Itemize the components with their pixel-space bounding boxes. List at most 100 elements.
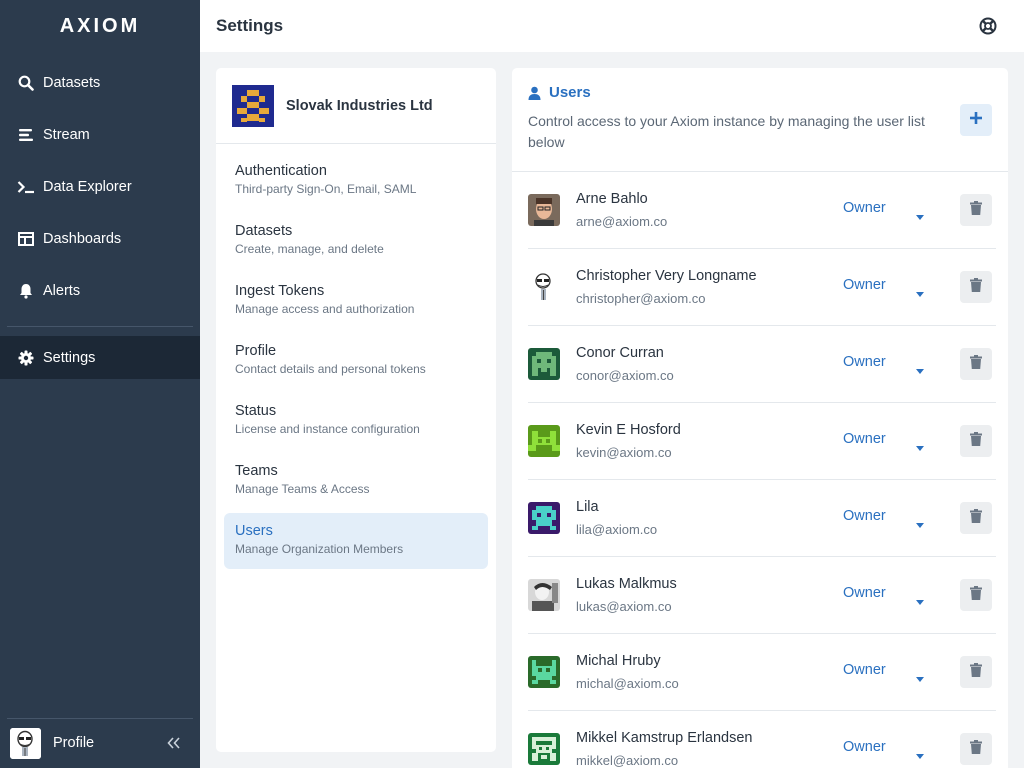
role-select[interactable]: Owner bbox=[843, 739, 886, 755]
settings-menu-item-ingest-tokens[interactable]: Ingest Tokens Manage access and authoriz… bbox=[224, 273, 488, 329]
user-name: Arne Bahlo bbox=[576, 191, 648, 207]
settings-menu-item-datasets[interactable]: Datasets Create, manage, and delete bbox=[224, 213, 488, 269]
avatar bbox=[528, 656, 560, 688]
trash-icon bbox=[970, 277, 982, 297]
user-row: Michal Hruby michal@axiom.co Owner bbox=[528, 634, 996, 711]
sidebar-item-data-explorer[interactable]: Data Explorer bbox=[0, 161, 200, 213]
delete-user-button[interactable] bbox=[960, 502, 992, 534]
user-email: kevin@axiom.co bbox=[576, 445, 672, 460]
user-name: Lila bbox=[576, 499, 599, 515]
axiom-logo[interactable]: AXIOM bbox=[0, 0, 200, 52]
user-email: michal@axiom.co bbox=[576, 676, 679, 691]
user-name: Kevin E Hosford bbox=[576, 422, 681, 438]
delete-user-button[interactable] bbox=[960, 348, 992, 380]
avatar bbox=[528, 194, 560, 226]
add-user-button[interactable] bbox=[960, 104, 992, 136]
role-select[interactable]: Owner bbox=[843, 354, 886, 370]
user-row: Arne Bahlo arne@axiom.co Owner bbox=[528, 172, 996, 249]
users-title: Users bbox=[528, 84, 992, 101]
role-select[interactable]: Owner bbox=[843, 200, 886, 216]
sidebar-item-stream[interactable]: Stream bbox=[0, 109, 200, 161]
menu-item-title: Teams bbox=[235, 463, 278, 479]
role-select[interactable]: Owner bbox=[843, 277, 886, 293]
users-description: Control access to your Axiom instance by… bbox=[528, 113, 925, 150]
user-email: mikkel@axiom.co bbox=[576, 753, 679, 768]
user-email: lukas@axiom.co bbox=[576, 599, 672, 614]
caret-down-icon[interactable] bbox=[916, 361, 924, 379]
caret-down-icon[interactable] bbox=[916, 207, 924, 225]
delete-user-button[interactable] bbox=[960, 579, 992, 611]
role-select[interactable]: Owner bbox=[843, 662, 886, 678]
user-name: Conor Curran bbox=[576, 345, 664, 361]
bell-icon bbox=[17, 282, 35, 300]
menu-item-title: Users bbox=[235, 523, 273, 539]
user-email: christopher@axiom.co bbox=[576, 291, 706, 306]
users-list: Arne Bahlo arne@axiom.co Owner Christoph… bbox=[512, 172, 1008, 768]
sidebar-divider bbox=[7, 326, 193, 327]
user-email: arne@axiom.co bbox=[576, 214, 668, 229]
avatar bbox=[528, 733, 560, 765]
menu-item-subtitle: Contact details and personal tokens bbox=[235, 362, 426, 376]
settings-panel: Slovak Industries Ltd Authentication Thi… bbox=[216, 68, 496, 752]
trash-icon bbox=[970, 585, 982, 605]
profile-label: Profile bbox=[53, 735, 95, 751]
menu-item-subtitle: Manage Organization Members bbox=[235, 542, 404, 556]
menu-item-subtitle: Create, manage, and delete bbox=[235, 242, 384, 256]
sidebar-item-dashboards[interactable]: Dashboards bbox=[0, 213, 200, 265]
user-row: Kevin E Hosford kevin@axiom.co Owner bbox=[528, 403, 996, 480]
sidebar-item-label: Datasets bbox=[43, 75, 101, 91]
menu-item-title: Ingest Tokens bbox=[235, 283, 325, 299]
sidebar-item-label: Data Explorer bbox=[43, 179, 132, 195]
collapse-sidebar-icon[interactable] bbox=[164, 737, 184, 749]
settings-menu-item-profile[interactable]: Profile Contact details and personal tok… bbox=[224, 333, 488, 389]
user-name: Michal Hruby bbox=[576, 653, 661, 669]
settings-menu-item-authentication[interactable]: Authentication Third-party Sign-On, Emai… bbox=[224, 153, 488, 209]
gear-icon bbox=[17, 349, 35, 367]
settings-menu-item-users[interactable]: Users Manage Organization Members bbox=[224, 513, 488, 569]
trash-icon bbox=[970, 200, 982, 220]
role-select[interactable]: Owner bbox=[843, 508, 886, 524]
page-title: Settings bbox=[216, 16, 284, 35]
caret-down-icon[interactable] bbox=[916, 515, 924, 533]
settings-menu-item-teams[interactable]: Teams Manage Teams & Access bbox=[224, 453, 488, 509]
caret-down-icon[interactable] bbox=[916, 438, 924, 456]
sidebar-item-settings[interactable]: Settings bbox=[0, 336, 200, 379]
user-name: Mikkel Kamstrup Erlandsen bbox=[576, 730, 753, 746]
avatar bbox=[528, 425, 560, 457]
delete-user-button[interactable] bbox=[960, 656, 992, 688]
trash-icon bbox=[970, 431, 982, 451]
sidebar-item-datasets[interactable]: Datasets bbox=[0, 57, 200, 109]
role-select[interactable]: Owner bbox=[843, 585, 886, 601]
sidebar-profile[interactable]: Profile bbox=[0, 718, 200, 768]
user-name: Lukas Malkmus bbox=[576, 576, 677, 592]
help-icon[interactable] bbox=[979, 17, 997, 35]
avatar bbox=[528, 502, 560, 534]
sidebar-item-alerts[interactable]: Alerts bbox=[0, 265, 200, 317]
caret-down-icon[interactable] bbox=[916, 669, 924, 687]
delete-user-button[interactable] bbox=[960, 271, 992, 303]
delete-user-button[interactable] bbox=[960, 733, 992, 765]
sidebar: AXIOM Datasets Stream Data Explorer Dash… bbox=[0, 0, 200, 768]
settings-menu-item-status[interactable]: Status License and instance configuratio… bbox=[224, 393, 488, 449]
delete-user-button[interactable] bbox=[960, 194, 992, 226]
user-row: Lila lila@axiom.co Owner bbox=[528, 480, 996, 557]
user-row: Christopher Very Longname christopher@ax… bbox=[528, 249, 996, 326]
avatar bbox=[10, 727, 41, 759]
caret-down-icon[interactable] bbox=[916, 284, 924, 302]
users-header: Users Control access to your Axiom insta… bbox=[512, 68, 1008, 172]
users-panel: Users Control access to your Axiom insta… bbox=[512, 68, 1008, 768]
delete-user-button[interactable] bbox=[960, 425, 992, 457]
role-select[interactable]: Owner bbox=[843, 431, 886, 447]
sidebar-nav: Datasets Stream Data Explorer Dashboards… bbox=[0, 57, 200, 379]
trash-icon bbox=[970, 662, 982, 682]
menu-item-subtitle: Manage access and authorization bbox=[235, 302, 415, 316]
stream-icon bbox=[17, 126, 35, 144]
sidebar-item-label: Settings bbox=[43, 349, 96, 366]
menu-item-title: Authentication bbox=[235, 163, 327, 179]
trash-icon bbox=[970, 508, 982, 528]
caret-down-icon[interactable] bbox=[916, 746, 924, 764]
caret-down-icon[interactable] bbox=[916, 592, 924, 610]
trash-icon bbox=[970, 739, 982, 759]
sidebar-item-label: Stream bbox=[43, 127, 90, 143]
user-email: conor@axiom.co bbox=[576, 368, 674, 383]
